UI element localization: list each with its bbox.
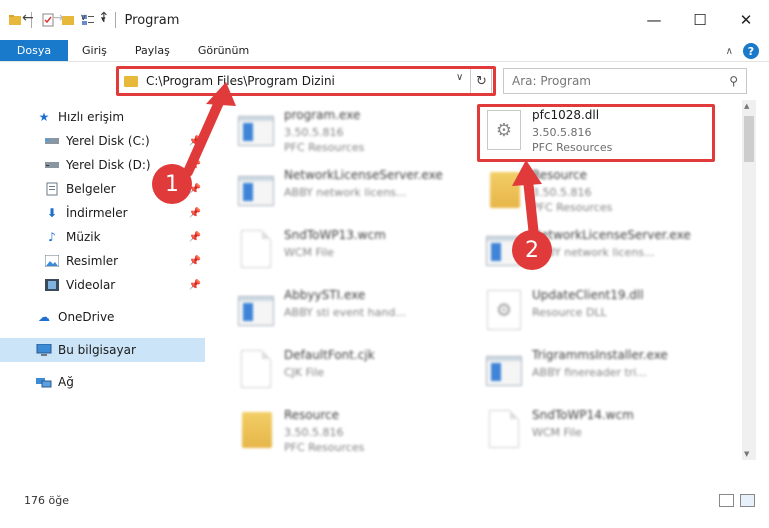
status-bar — [0, 486, 769, 528]
step-1-badge: 1 — [152, 164, 192, 204]
details-view-icon[interactable] — [719, 494, 734, 507]
arrow-1-head — [206, 82, 236, 106]
annotation-arrows — [183, 82, 542, 241]
large-icons-view-icon[interactable] — [740, 494, 755, 507]
view-toggle — [719, 494, 755, 507]
item-count: 176 öğe — [24, 494, 69, 507]
arrow-2-head — [512, 160, 542, 186]
step-2-badge: 2 — [512, 230, 552, 270]
arrow-1-shaft — [183, 95, 225, 177]
arrow-2-shaft — [523, 175, 539, 241]
